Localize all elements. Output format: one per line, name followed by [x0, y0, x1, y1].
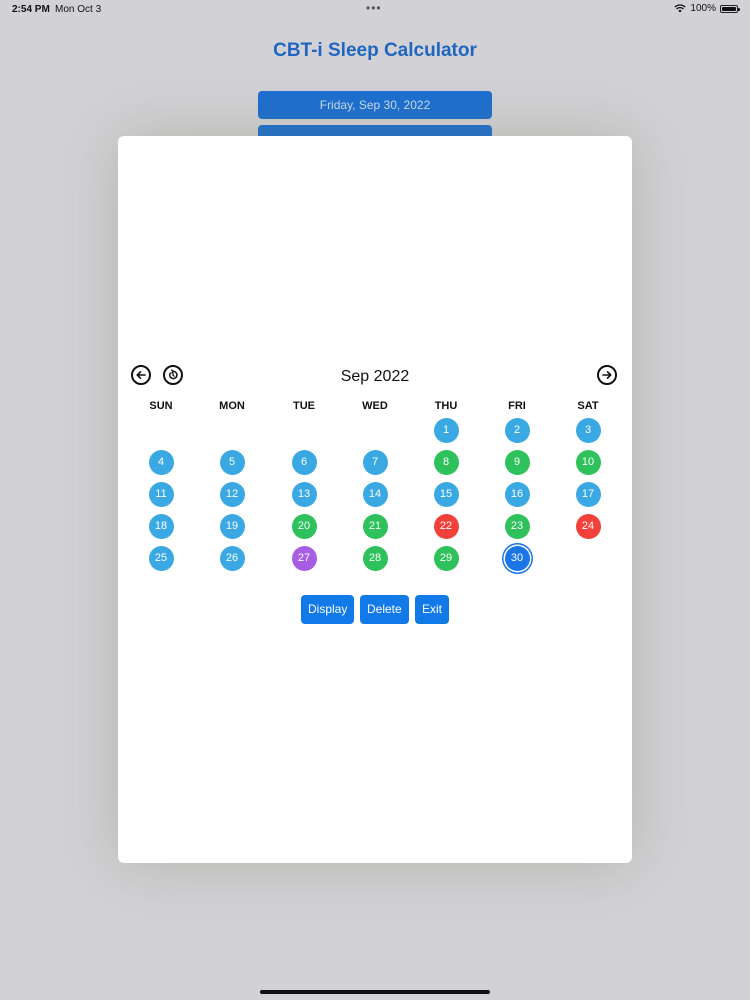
calendar-day[interactable]: 24: [575, 514, 601, 539]
calendar-day[interactable]: 1: [433, 418, 459, 443]
calendar-day[interactable]: 6: [291, 450, 317, 475]
calendar-day[interactable]: 18: [148, 514, 174, 539]
calendar-day[interactable]: 27: [291, 546, 317, 571]
status-bar: 2:54 PM Mon Oct 3 ••• 100%: [0, 0, 750, 20]
calendar-modal: Sep 2022 SUN MON TUE WED THU FRI SAT 123…: [118, 136, 632, 863]
weekday-label: SUN: [149, 400, 173, 412]
calendar-day[interactable]: 12: [219, 482, 245, 507]
battery-icon: [720, 4, 740, 13]
calendar-day-grid: 1 2 3 4 5 6 7 8 9 10 11 12 13 14 15 16 17 18 19 20 21 22 23 24 2…: [126, 418, 624, 588]
calendar-day-selected[interactable]: 30: [504, 546, 530, 571]
app-title: CBT-i Sleep Calculator: [273, 40, 477, 61]
calendar-day[interactable]: 10: [575, 450, 601, 475]
weekday-label: MON: [219, 400, 245, 412]
battery-level: [722, 6, 736, 11]
calendar-day[interactable]: 8: [433, 450, 459, 475]
month-label: Sep 2022: [340, 368, 410, 385]
battery-percent: 100%: [690, 3, 716, 14]
calendar-day[interactable]: 4: [148, 450, 174, 475]
calendar-day[interactable]: 28: [362, 546, 388, 571]
calendar-day[interactable]: 16: [504, 482, 530, 507]
calendar-day[interactable]: 3: [575, 418, 601, 443]
calendar-day[interactable]: 20: [291, 514, 317, 539]
status-date: Mon Oct 3: [55, 4, 102, 15]
weekday-label: SAT: [577, 400, 599, 412]
calendar-day[interactable]: 13: [291, 482, 317, 507]
calendar-day[interactable]: 25: [148, 546, 174, 571]
arrow-right-icon: [602, 371, 612, 379]
multitasking-dots[interactable]: •••: [366, 1, 382, 15]
weekday-header: SUN MON TUE WED THU FRI SAT: [126, 400, 624, 414]
wifi-icon: [674, 4, 687, 13]
calendar-day[interactable]: 23: [504, 514, 530, 539]
date-button[interactable]: Friday, Sep 30, 2022: [258, 91, 492, 119]
calendar-header: Sep 2022: [130, 365, 620, 389]
weekday-label: WED: [362, 400, 388, 412]
weekday-label: TUE: [293, 400, 315, 412]
calendar-day[interactable]: 26: [219, 546, 245, 571]
calendar-day[interactable]: 21: [362, 514, 388, 539]
exit-button[interactable]: Exit: [415, 595, 449, 624]
delete-button[interactable]: Delete: [360, 595, 409, 624]
calendar-day[interactable]: 5: [219, 450, 245, 475]
calendar-day[interactable]: 22: [433, 514, 459, 539]
next-month-button[interactable]: [597, 365, 617, 385]
calendar-day[interactable]: 14: [362, 482, 388, 507]
home-indicator[interactable]: [260, 990, 490, 994]
calendar-day[interactable]: 11: [148, 482, 174, 507]
calendar-day[interactable]: 9: [504, 450, 530, 475]
calendar-day[interactable]: 19: [219, 514, 245, 539]
display-button[interactable]: Display: [301, 595, 354, 624]
calendar-day[interactable]: 7: [362, 450, 388, 475]
status-right: 100%: [674, 3, 740, 14]
status-time: 2:54 PM: [12, 4, 50, 15]
weekday-label: FRI: [508, 400, 526, 412]
calendar-day[interactable]: 2: [504, 418, 530, 443]
calendar-day[interactable]: 15: [433, 482, 459, 507]
action-bar: Display Delete Exit: [118, 595, 632, 624]
calendar-day[interactable]: 17: [575, 482, 601, 507]
calendar-day[interactable]: 29: [433, 546, 459, 571]
weekday-label: THU: [434, 400, 458, 412]
